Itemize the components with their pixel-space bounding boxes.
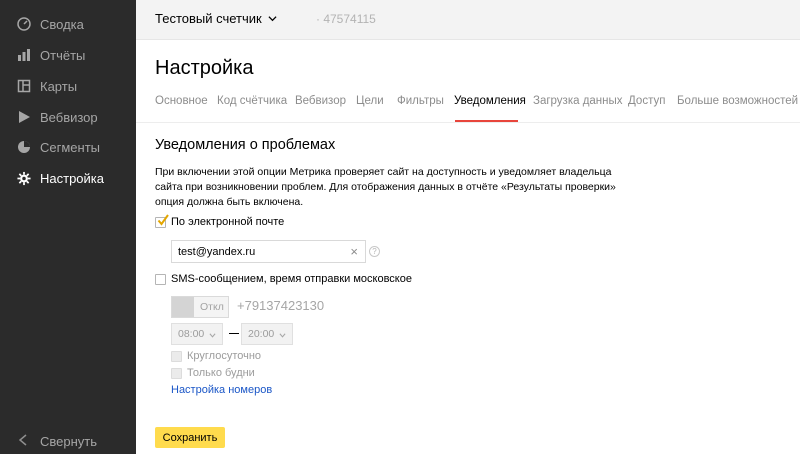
play-icon: [17, 110, 31, 124]
tab-more-features[interactable]: Больше возможностей: [677, 95, 798, 107]
sidebar-item-label: Настройка: [40, 170, 104, 186]
tab-goals[interactable]: Цели: [356, 95, 384, 107]
segments-icon: [17, 140, 31, 154]
weekdays-checkbox-row[interactable]: Только будни: [171, 367, 255, 379]
tab-counter-code[interactable]: Код счётчика: [217, 95, 287, 107]
time-range-dash: [229, 333, 239, 334]
around-clock-checkbox[interactable]: [171, 350, 182, 362]
save-button[interactable]: Сохранить: [155, 427, 225, 448]
page-title: Настройка: [155, 57, 254, 79]
sms-toggle[interactable]: Откл: [171, 296, 229, 318]
checkmark-icon: [157, 213, 169, 226]
tab-webvisor[interactable]: Вебвизор: [295, 95, 346, 107]
sidebar-item-label: Вебвизор: [40, 109, 98, 125]
sms-checkbox-label: SMS-сообщением, время отправки московско…: [171, 273, 412, 285]
collapse-label: Свернуть: [40, 433, 98, 449]
tabs-divider: [136, 122, 800, 123]
help-icon[interactable]: ?: [369, 246, 380, 257]
weekdays-checkbox[interactable]: [171, 367, 182, 379]
around-clock-label: Круглосуточно: [187, 350, 262, 362]
bar-chart-icon: [17, 48, 31, 62]
tab-data-upload[interactable]: Загрузка данных: [533, 95, 623, 107]
counter-id: · 47574115: [316, 12, 376, 26]
section-description: При включении этой опции Метрика проверя…: [155, 166, 616, 208]
sidebar-item-webvisor[interactable]: Вебвизор: [0, 102, 136, 132]
time-from-value: 08:00: [178, 328, 205, 340]
sidebar-item-label: Сводка: [40, 16, 84, 32]
sidebar: Сводка Отчёты Карты Вебвизор Сегменты На…: [0, 0, 136, 454]
email-value: test@yandex.ru: [178, 245, 256, 258]
sidebar-item-settings[interactable]: Настройка: [0, 163, 136, 193]
sidebar-item-segments[interactable]: Сегменты: [0, 132, 136, 162]
phone-settings-link[interactable]: Настройка номеров: [171, 384, 272, 396]
map-icon: [17, 79, 31, 93]
sidebar-collapse-button[interactable]: Свернуть: [0, 428, 136, 454]
weekdays-label: Только будни: [187, 367, 255, 379]
sidebar-item-maps[interactable]: Карты: [0, 71, 136, 101]
email-checkbox-label: По электронной почте: [171, 216, 285, 228]
email-checkbox-row[interactable]: По электронной почте: [155, 213, 285, 228]
sidebar-item-label: Карты: [40, 78, 78, 94]
sms-checkbox[interactable]: [155, 273, 166, 285]
sidebar-item-reports[interactable]: Отчёты: [0, 40, 136, 70]
chevron-down-icon: [268, 16, 277, 22]
time-from-select[interactable]: 08:00: [171, 323, 223, 345]
toggle-label: Откл: [200, 301, 224, 313]
sidebar-item-label: Сегменты: [40, 139, 101, 155]
counter-selector[interactable]: Тестовый счетчик: [155, 11, 277, 26]
chevron-down-icon: [279, 333, 286, 338]
chevron-down-icon: [209, 333, 216, 338]
email-checkbox[interactable]: [155, 213, 169, 228]
dashboard-icon: [17, 17, 31, 31]
tab-filters[interactable]: Фильтры: [397, 95, 444, 107]
phone-number: +79137423130: [237, 298, 325, 313]
top-header: Тестовый счетчик · 47574115: [136, 0, 800, 40]
around-clock-checkbox-row[interactable]: Круглосуточно: [171, 350, 261, 362]
sidebar-item-summary[interactable]: Сводка: [0, 9, 136, 39]
tab-main[interactable]: Основное: [155, 95, 208, 107]
time-to-select[interactable]: 20:00: [241, 323, 293, 345]
chevron-left-icon: [18, 433, 27, 449]
time-to-value: 20:00: [248, 328, 275, 340]
toggle-knob: [172, 297, 194, 317]
gear-icon: [17, 171, 31, 185]
tab-access[interactable]: Доступ: [628, 95, 665, 107]
sms-checkbox-row[interactable]: SMS-сообщением, время отправки московско…: [155, 273, 412, 285]
counter-name: Тестовый счетчик: [155, 11, 262, 26]
sidebar-item-label: Отчёты: [40, 47, 86, 63]
email-input[interactable]: test@yandex.ru ×: [171, 240, 366, 263]
clear-icon[interactable]: ×: [350, 245, 358, 259]
tab-notifications[interactable]: Уведомления: [454, 95, 526, 107]
section-title: Уведомления о проблемах: [155, 137, 336, 153]
